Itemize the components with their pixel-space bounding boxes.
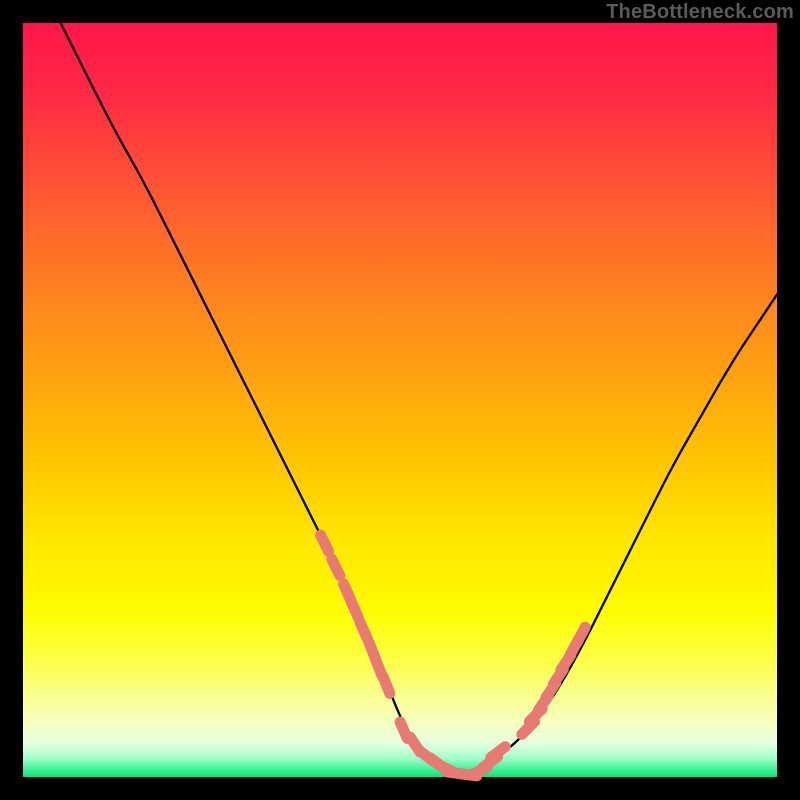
watermark-text: TheBottleneck.com <box>606 1 794 24</box>
bottleneck-curve <box>23 0 777 776</box>
chart-stage: TheBottleneck.com <box>0 0 800 800</box>
marker-point <box>383 677 390 694</box>
chart-svg <box>23 23 777 777</box>
marker-point <box>332 559 340 575</box>
plot-area <box>23 23 777 777</box>
data-markers <box>321 535 586 776</box>
marker-point <box>360 623 367 639</box>
marker-point <box>577 627 586 643</box>
marker-point <box>321 535 329 551</box>
marker-point <box>351 601 358 617</box>
